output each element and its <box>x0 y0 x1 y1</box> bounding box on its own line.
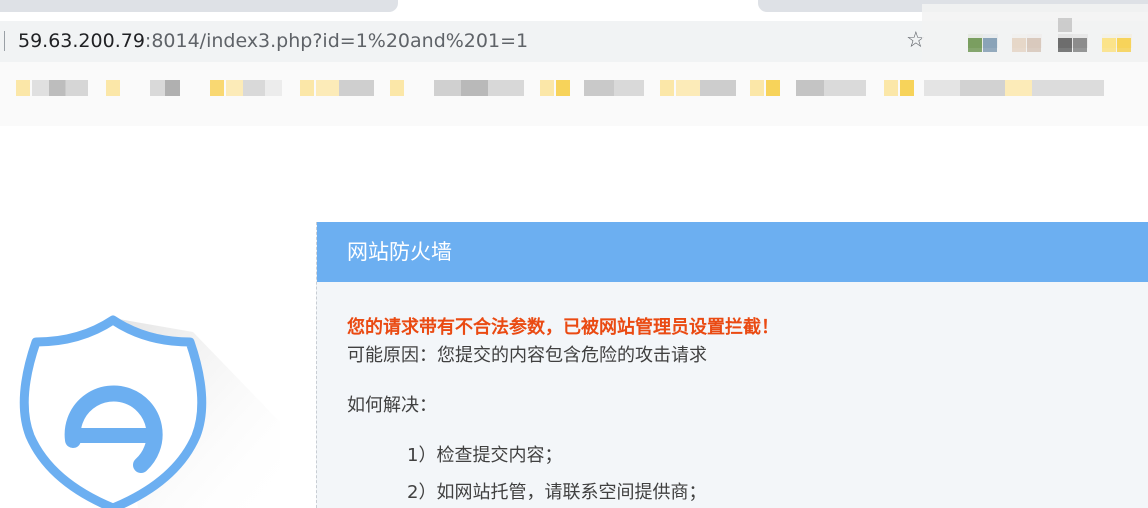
how-to-solve-heading: 如何解决： <box>347 395 437 416</box>
bookmark-item[interactable] <box>924 80 1104 96</box>
bookmark-item[interactable] <box>556 80 570 96</box>
bookmarks-bar <box>0 62 1148 126</box>
bookmark-icon[interactable] <box>540 80 554 96</box>
firewall-header: 网站防火墙 <box>317 222 1148 282</box>
divider <box>4 31 5 51</box>
url-path: :8014/index3.php?id=1%20and%201=1 <box>144 30 529 52</box>
bookmark-icon[interactable] <box>750 80 764 96</box>
bookmark-icon[interactable] <box>106 80 120 96</box>
url-text[interactable]: 59.63.200.79:8014/index3.php?id=1%20and%… <box>18 30 528 52</box>
firewall-panel: 网站防火墙 您的请求带有不合法参数，已被网站管理员设置拦截！ 可能原因：您提交的… <box>316 222 1148 508</box>
bookmark-item[interactable] <box>150 80 180 96</box>
bookmark-item[interactable] <box>766 80 780 96</box>
bookmark-item[interactable] <box>226 80 282 96</box>
bookmark-icon[interactable] <box>300 80 314 96</box>
bookmark-icon[interactable] <box>16 80 30 96</box>
bookmark-item[interactable] <box>900 80 914 96</box>
bookmark-item[interactable] <box>676 80 736 96</box>
url-host: 59.63.200.79 <box>18 30 145 52</box>
solution-step: 2）如网站托管，请联系空间提供商； <box>407 482 707 503</box>
bookmark-icon[interactable] <box>390 80 404 96</box>
bookmark-item[interactable] <box>32 80 88 96</box>
bookmark-item[interactable] <box>434 80 524 96</box>
block-warning-text: 您的请求带有不合法参数，已被网站管理员设置拦截！ <box>347 317 779 338</box>
possible-reason-text: 可能原因：您提交的内容包含危险的攻击请求 <box>347 345 707 366</box>
bookmark-icon[interactable] <box>660 80 674 96</box>
firewall-title: 网站防火墙 <box>347 240 452 264</box>
bookmark-icon[interactable] <box>884 80 898 96</box>
solution-step: 1）检查提交内容； <box>407 445 563 466</box>
bookmark-item[interactable] <box>316 80 374 96</box>
browser-tab[interactable] <box>0 0 398 12</box>
bookmark-icon[interactable] <box>210 80 224 96</box>
shield-e-icon <box>19 315 280 508</box>
bookmark-item[interactable] <box>584 80 644 96</box>
bookmark-item[interactable] <box>796 80 866 96</box>
blurred-region <box>922 4 1148 62</box>
